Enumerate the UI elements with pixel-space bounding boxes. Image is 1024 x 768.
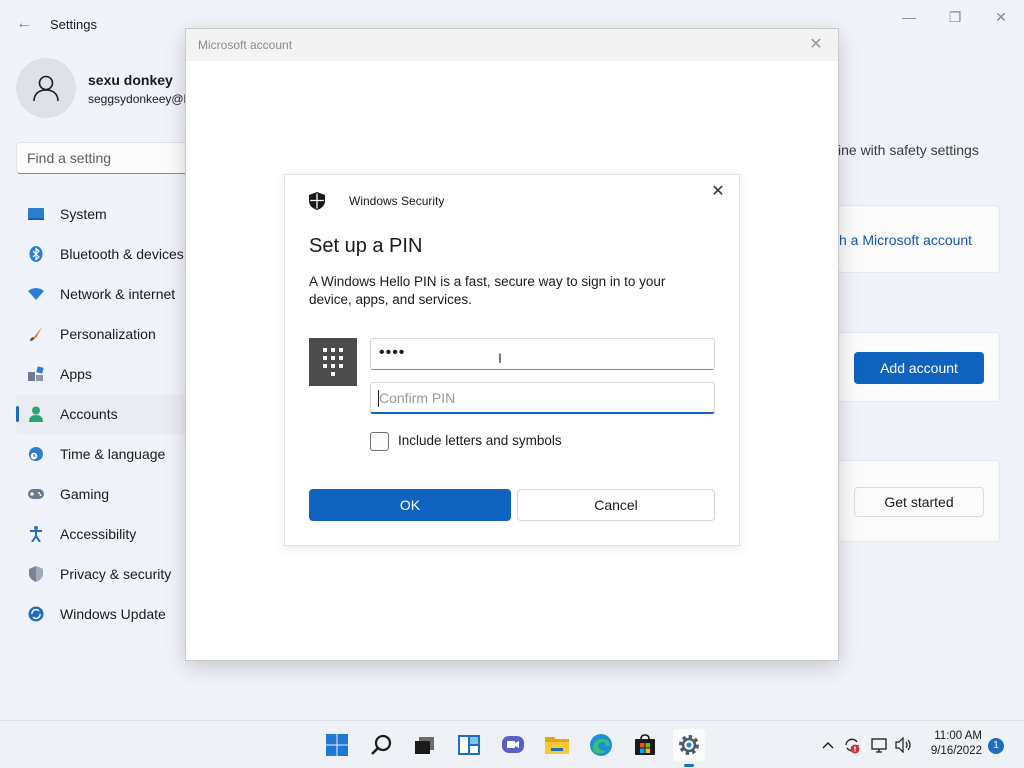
task-view-icon[interactable] (409, 729, 441, 761)
clock-date: 9/16/2022 (930, 745, 982, 757)
ok-button[interactable]: OK (309, 489, 511, 521)
sidebar-item-label: Privacy & security (60, 566, 172, 582)
avatar[interactable] (16, 58, 76, 118)
sidebar-item-accessibility[interactable]: Accessibility (16, 514, 206, 554)
store-icon[interactable] (629, 729, 661, 761)
sidebar-item-label: Apps (60, 366, 92, 382)
wifi-icon (28, 286, 44, 302)
app-title: Settings (50, 17, 97, 32)
notification-badge[interactable]: 1 (988, 738, 1004, 754)
chevron-up-icon[interactable] (818, 735, 838, 755)
get-started-card: Get started (838, 460, 1000, 542)
get-started-button[interactable]: Get started (854, 487, 984, 517)
pin-input[interactable]: •••• (370, 338, 715, 370)
update-icon (28, 606, 44, 622)
include-letters-checkbox[interactable] (370, 432, 389, 451)
dialog-app-name: Windows Security (349, 194, 445, 208)
search-icon[interactable] (365, 729, 397, 761)
ms-account-title: Microsoft account (198, 38, 293, 52)
sidebar-item-label: Network & internet (60, 286, 176, 302)
ms-account-close-button[interactable]: ✕ (806, 35, 826, 55)
sidebar-item-system[interactable]: System (16, 194, 206, 234)
sidebar-item-gaming[interactable]: Gaming (16, 474, 206, 514)
volume-icon[interactable] (894, 735, 914, 755)
taskbar: 11:00 AM 9/16/2022 1 (0, 720, 1024, 768)
sidebar-item-apps[interactable]: Apps (16, 354, 206, 394)
dialog-heading: Set up a PIN (309, 235, 423, 257)
add-account-card: Add account (838, 332, 1000, 402)
maximize-button[interactable]: ❐ (940, 8, 970, 26)
system-clock[interactable]: 11:00 AM 9/16/2022 (920, 729, 982, 759)
shield-icon (28, 566, 44, 582)
user-email: seggsydonkeey@l (88, 92, 187, 106)
safety-settings-text: ine with safety settings (838, 142, 979, 158)
accounts-icon (28, 406, 44, 422)
active-app-indicator (684, 764, 694, 767)
accessibility-icon (28, 526, 44, 542)
dialog-description: A Windows Hello PIN is a fast, secure wa… (309, 274, 666, 307)
sidebar-item-windows-update[interactable]: Windows Update (16, 594, 206, 634)
confirm-pin-input[interactable] (370, 382, 715, 414)
text-caret (378, 390, 379, 407)
widgets-icon[interactable] (453, 729, 485, 761)
add-account-button[interactable]: Add account (854, 352, 984, 384)
sidebar-item-label: Bluetooth & devices (60, 246, 184, 262)
brush-icon (28, 326, 44, 342)
gamepad-icon (28, 486, 44, 502)
apps-icon (28, 366, 44, 382)
network-icon[interactable] (870, 735, 890, 755)
sync-alert-icon[interactable] (842, 735, 862, 755)
user-icon (33, 75, 59, 102)
sidebar-item-label: System (60, 206, 107, 222)
sidebar-item-label: Gaming (60, 486, 110, 502)
minimize-button[interactable]: — (894, 8, 924, 26)
sidebar-item-label: Time & language (60, 446, 166, 462)
ms-account-card: h a Microsoft account (838, 205, 1000, 273)
file-explorer-icon[interactable] (541, 729, 573, 761)
edge-icon[interactable] (585, 729, 617, 761)
sidebar-item-label: Windows Update (60, 606, 166, 622)
ms-account-titlebar: Microsoft account ✕ (186, 29, 838, 61)
back-arrow-icon[interactable]: ← (14, 14, 34, 34)
sidebar-item-label: Accessibility (60, 526, 137, 542)
globe-clock-icon (28, 446, 44, 462)
i-beam-cursor-icon: I (498, 350, 502, 366)
close-button[interactable]: ✕ (986, 8, 1016, 26)
pin-keypad-icon (309, 338, 357, 386)
sidebar-item-label: Personalization (60, 326, 156, 342)
sidebar-item-privacy[interactable]: Privacy & security (16, 554, 206, 594)
sidebar-item-network[interactable]: Network & internet (16, 274, 206, 314)
cancel-button[interactable]: Cancel (517, 489, 715, 521)
sidebar-item-accounts[interactable]: Accounts (16, 394, 206, 434)
windows-security-dialog: Windows Security ✕ Set up a PIN A Window… (284, 174, 740, 546)
clock-time: 11:00 AM (934, 730, 982, 742)
sidebar-nav: System Bluetooth & devices Network & int… (16, 194, 206, 634)
sidebar-item-personalization[interactable]: Personalization (16, 314, 206, 354)
include-letters-label[interactable]: Include letters and symbols (398, 433, 562, 448)
bluetooth-icon (28, 246, 44, 262)
chat-icon[interactable] (497, 729, 529, 761)
system-icon (28, 206, 44, 222)
ms-account-link[interactable]: h a Microsoft account (839, 232, 972, 248)
sidebar-item-bluetooth[interactable]: Bluetooth & devices (16, 234, 206, 274)
sidebar-item-label: Accounts (60, 406, 118, 422)
sidebar-item-time-language[interactable]: Time & language (16, 434, 206, 474)
dialog-close-button[interactable]: ✕ (709, 183, 727, 201)
windows-security-shield-icon (309, 192, 325, 210)
start-icon[interactable] (321, 729, 353, 761)
settings-icon[interactable] (673, 729, 705, 761)
user-name: sexu donkey (88, 72, 173, 88)
